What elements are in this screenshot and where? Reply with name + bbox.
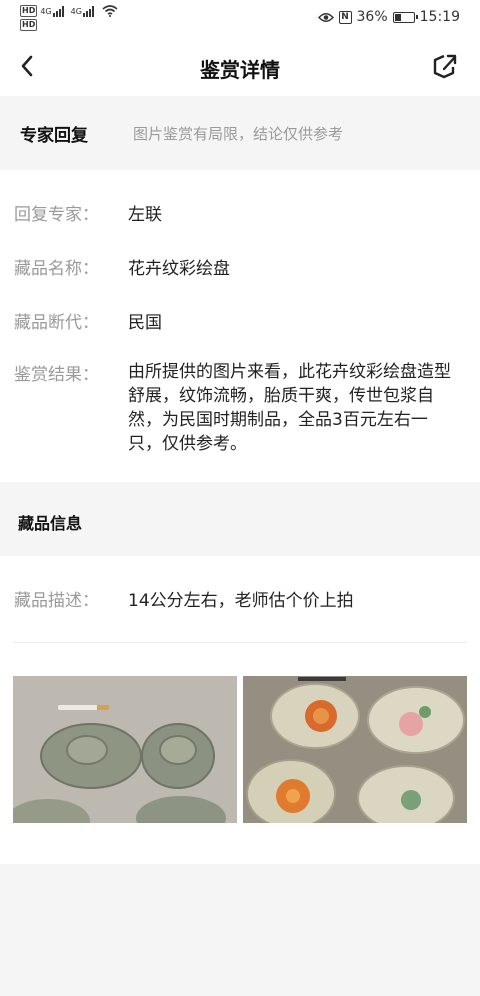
battery-icon (392, 11, 418, 23)
hd-badge-sim2: HD (20, 19, 38, 31)
signal-icon (52, 5, 65, 17)
share-icon[interactable] (430, 52, 458, 80)
expert-reply-title: 专家回复 (20, 126, 88, 146)
wifi-icon (102, 5, 118, 17)
expert-label: 回复专家： (14, 205, 99, 225)
era-label: 藏品断代： (14, 313, 99, 333)
nav-bar: 鉴赏详情 (0, 36, 480, 96)
appraisal-info: 回复专家： 左联 藏品名称： 花卉纹彩绘盘 藏品断代： 民国 鉴赏结果： 由所提… (0, 170, 480, 482)
network-type-sim1: 4G (40, 6, 52, 16)
status-bar: HD 4G 4G HD N 36% 15:19 (0, 0, 480, 36)
battery-fill (394, 13, 401, 21)
description-value: 14公分左右，老师估个价上拍 (128, 591, 354, 611)
result-label: 鉴赏结果： (14, 365, 99, 385)
item-name-value: 花卉纹彩绘盘 (128, 259, 230, 279)
signal-icon (82, 5, 95, 17)
disclaimer-note: 图片鉴赏有局限，结论仅供参考 (133, 125, 344, 143)
era-value: 民国 (128, 313, 162, 333)
item-name-label: 藏品名称： (14, 259, 99, 279)
clock: 15:19 (419, 9, 460, 25)
result-value: 由所提供的图片来看，此花卉纹彩绘盘造型舒展，纹饰流畅，胎质干爽，传世包浆自然，为… (128, 362, 451, 454)
expert-reply-header: 专家回复 图片鉴赏有局限，结论仅供参考 (0, 96, 480, 170)
eye-icon (317, 12, 334, 22)
item-photo-1[interactable] (13, 676, 237, 823)
plates-back-image (13, 676, 237, 823)
hd-badge-sim1: HD (20, 5, 38, 17)
collection-description: 藏品描述： 14公分左右，老师估个价上拍 (0, 556, 480, 864)
collection-info-header: 藏品信息 (0, 482, 480, 556)
network-type-sim2: 4G (70, 6, 82, 16)
status-right: N 36% 15:19 (313, 9, 460, 25)
collection-info-title: 藏品信息 (18, 514, 83, 533)
signal-group: HD 4G 4G HD (20, 4, 118, 32)
divider (13, 642, 467, 643)
plates-front-image (243, 676, 467, 823)
expert-value: 左联 (128, 205, 162, 225)
description-label: 藏品描述： (14, 591, 99, 611)
page-title: 鉴赏详情 (200, 58, 280, 82)
item-photo-2[interactable] (243, 676, 467, 823)
battery-percent: 36% (356, 9, 388, 25)
nfc-icon: N (338, 10, 352, 24)
